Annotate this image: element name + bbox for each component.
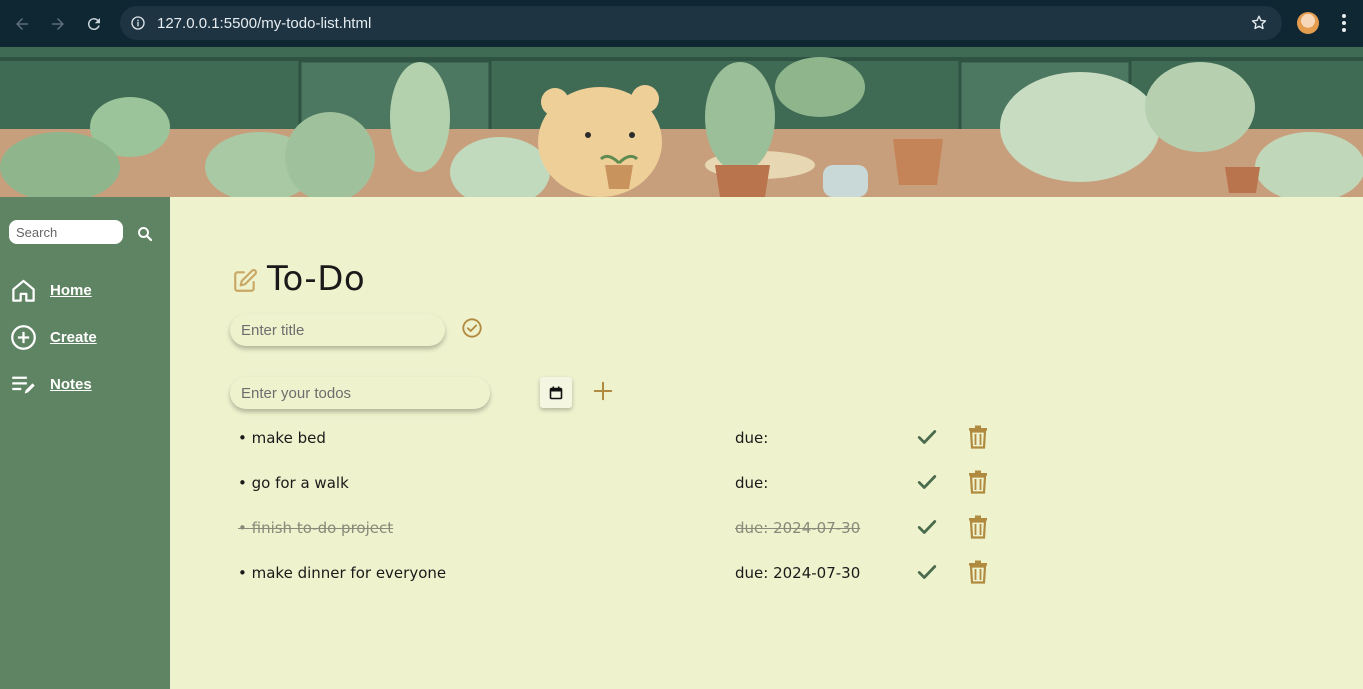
sidebar-item-label: Create <box>50 329 97 346</box>
edit-square-icon <box>234 269 257 292</box>
todo-due-date: due: <box>735 429 769 447</box>
browser-toolbar: 127.0.0.1:5500/my-todo-list.html <box>0 0 1363 47</box>
address-bar[interactable]: 127.0.0.1:5500/my-todo-list.html <box>120 6 1282 40</box>
todo-text: • make bed <box>238 429 326 447</box>
calendar-icon <box>549 386 563 399</box>
todo-item: • make dinner for everyone due: 2024-07-… <box>238 558 998 588</box>
notes-icon <box>12 376 35 394</box>
todo-text: • finish to-do project <box>238 519 394 537</box>
sidebar-item-label: Home <box>50 282 92 299</box>
sidebar: Home Create Notes <box>0 197 170 689</box>
more-options-icon[interactable] <box>1336 12 1352 34</box>
todo-due-date: due: <box>735 474 769 492</box>
trash-icon[interactable] <box>968 515 988 539</box>
arrow-left-icon <box>16 17 28 30</box>
todo-due-date: due: 2024-07-30 <box>735 564 861 582</box>
sidebar-item-notes[interactable]: Notes <box>10 371 92 398</box>
reload-button[interactable] <box>76 6 112 42</box>
check-circle-icon[interactable] <box>461 317 483 339</box>
reload-icon <box>87 17 100 30</box>
search-icon[interactable] <box>136 225 154 243</box>
checkmark-icon[interactable] <box>916 426 938 448</box>
trash-icon[interactable] <box>968 560 988 584</box>
title-input[interactable] <box>230 314 445 346</box>
todo-text: • go for a walk <box>238 474 349 492</box>
arrow-right-icon <box>52 17 64 30</box>
todo-item: • go for a walk due: <box>238 468 998 498</box>
header-banner <box>0 47 1363 197</box>
sidebar-item-create[interactable]: Create <box>10 324 97 351</box>
home-icon <box>12 279 35 302</box>
back-button[interactable] <box>4 6 40 42</box>
todo-item-completed: • finish to-do project due: 2024-07-30 <box>238 513 998 543</box>
trash-icon[interactable] <box>968 425 988 449</box>
bookmark-star-icon[interactable] <box>1250 14 1268 32</box>
sidebar-item-label: Notes <box>50 376 92 393</box>
plants-illustration <box>0 47 1363 197</box>
date-picker-button[interactable] <box>540 377 572 408</box>
todo-due-date: due: 2024-07-30 <box>735 519 861 537</box>
search-input[interactable] <box>9 220 123 244</box>
checkmark-icon[interactable] <box>916 516 938 538</box>
todo-input[interactable] <box>230 377 490 409</box>
search-box <box>9 220 123 244</box>
profile-avatar[interactable] <box>1297 12 1319 34</box>
todo-text: • make dinner for everyone <box>238 564 447 582</box>
plus-circle-icon <box>11 325 36 350</box>
info-icon[interactable] <box>130 15 146 31</box>
forward-button[interactable] <box>40 6 76 42</box>
url-text: 127.0.0.1:5500/my-todo-list.html <box>157 14 372 32</box>
checkmark-icon[interactable] <box>916 561 938 583</box>
page-header: To-Do <box>232 259 365 299</box>
trash-icon[interactable] <box>968 470 988 494</box>
add-todo-icon[interactable] <box>592 380 614 402</box>
sidebar-item-home[interactable]: Home <box>10 277 92 304</box>
main-content: To-Do • make bed due: • go for a walk du… <box>170 197 1363 689</box>
checkmark-icon[interactable] <box>916 471 938 493</box>
page-title: To-Do <box>267 259 366 299</box>
todo-item: • make bed due: <box>238 423 998 453</box>
